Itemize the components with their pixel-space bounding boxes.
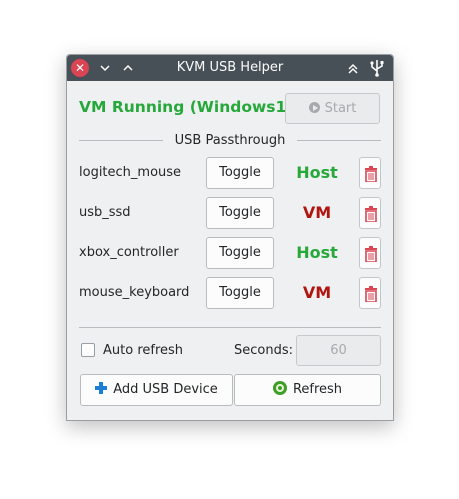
plus-icon bbox=[95, 382, 108, 394]
usb-icon bbox=[370, 60, 384, 77]
device-name: xbox_controller bbox=[79, 245, 179, 260]
refresh-label: Refresh bbox=[292, 382, 343, 397]
title-bar[interactable]: ✕ KVM USB Helper bbox=[67, 55, 393, 81]
device-name: mouse_keyboard bbox=[79, 285, 190, 300]
delete-device-button[interactable] bbox=[359, 197, 381, 229]
toggle-button[interactable]: Toggle bbox=[206, 237, 274, 269]
start-button[interactable]: Start bbox=[285, 93, 380, 124]
seconds-label: Seconds: bbox=[234, 343, 293, 358]
auto-refresh-checkbox[interactable] bbox=[81, 343, 95, 357]
device-row: logitech_mouse Toggle Host bbox=[67, 157, 393, 189]
device-name: usb_ssd bbox=[79, 205, 131, 220]
seconds-input[interactable]: 60 bbox=[296, 335, 381, 366]
add-usb-device-button[interactable]: Add USB Device bbox=[80, 374, 233, 406]
add-usb-device-label: Add USB Device bbox=[113, 382, 218, 397]
trash-icon bbox=[365, 246, 377, 262]
delete-device-button[interactable] bbox=[359, 277, 381, 309]
vm-status-label: VM Running (Windows11) bbox=[79, 98, 305, 116]
trash-icon bbox=[365, 286, 377, 302]
device-state: Host bbox=[296, 243, 338, 262]
device-row: xbox_controller Toggle Host bbox=[67, 237, 393, 269]
delete-device-button[interactable] bbox=[359, 157, 381, 189]
device-row: mouse_keyboard Toggle VM bbox=[67, 277, 393, 309]
device-state: VM bbox=[302, 203, 332, 222]
keep-above-button[interactable] bbox=[344, 58, 362, 78]
app-menu-button[interactable] bbox=[367, 58, 385, 78]
refresh-icon bbox=[272, 381, 287, 395]
play-icon bbox=[308, 102, 320, 113]
delete-device-button[interactable] bbox=[359, 237, 381, 269]
toggle-button[interactable]: Toggle bbox=[206, 197, 274, 229]
app-window: ✕ KVM USB Helper VM Running (Windows11) … bbox=[66, 54, 394, 421]
toggle-button[interactable]: Toggle bbox=[206, 277, 274, 309]
double-chevron-up-icon bbox=[348, 63, 358, 74]
section-divider bbox=[79, 327, 381, 328]
device-name: logitech_mouse bbox=[79, 165, 182, 180]
device-state: VM bbox=[302, 283, 332, 302]
device-state: Host bbox=[296, 163, 338, 182]
device-row: usb_ssd Toggle VM bbox=[67, 197, 393, 229]
toggle-button[interactable]: Toggle bbox=[206, 157, 274, 189]
auto-refresh-label[interactable]: Auto refresh bbox=[103, 343, 183, 359]
trash-icon bbox=[365, 166, 377, 182]
usb-passthrough-heading: USB Passthrough bbox=[174, 133, 286, 148]
start-button-label: Start bbox=[324, 101, 357, 116]
refresh-button[interactable]: Refresh bbox=[234, 374, 381, 406]
trash-icon bbox=[365, 206, 377, 222]
